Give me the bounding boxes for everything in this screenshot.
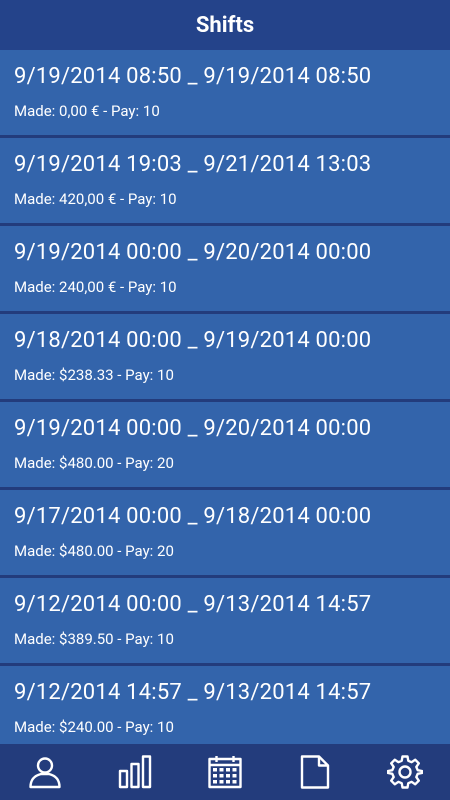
shift-time-range: 9/19/2014 19:03 _ 9/21/2014 13:03 xyxy=(14,152,372,177)
shift-time-range: 9/17/2014 00:00 _ 9/18/2014 00:00 xyxy=(14,504,372,529)
shift-list-item[interactable]: 9/19/2014 19:03 _ 9/21/2014 13:03 Made: … xyxy=(0,138,450,223)
shift-list-item[interactable]: 9/18/2014 00:00 _ 9/19/2014 00:00 Made: … xyxy=(0,314,450,399)
page-title: Shifts xyxy=(195,12,255,38)
shift-earnings: Made: $389.50 - Pay: 10 xyxy=(14,630,174,648)
shift-list[interactable]: 9/19/2014 08:50 _ 9/19/2014 08:50 Made: … xyxy=(0,50,450,744)
shift-earnings: Made: 420,00 € - Pay: 10 xyxy=(14,190,177,208)
nav-stats-button[interactable] xyxy=(105,744,165,800)
shift-time-range: 9/12/2014 00:00 _ 9/13/2014 14:57 xyxy=(14,592,372,617)
shift-time-range: 9/19/2014 08:50 _ 9/19/2014 08:50 xyxy=(14,64,372,89)
bottom-nav xyxy=(0,744,450,800)
shift-list-item[interactable]: 9/12/2014 14:57 _ 9/13/2014 14:57 Made: … xyxy=(0,666,450,744)
document-icon xyxy=(300,755,330,789)
app-header: Shifts xyxy=(0,0,450,50)
shift-time-range: 9/19/2014 00:00 _ 9/20/2014 00:00 xyxy=(14,240,372,265)
nav-settings-button[interactable] xyxy=(375,744,435,800)
shift-earnings: Made: 0,00 € - Pay: 10 xyxy=(14,102,160,120)
shift-list-item[interactable]: 9/19/2014 00:00 _ 9/20/2014 00:00 Made: … xyxy=(0,226,450,311)
shift-time-range: 9/12/2014 14:57 _ 9/13/2014 14:57 xyxy=(14,680,372,705)
calendar-icon xyxy=(208,756,242,789)
shift-earnings: Made: $480.00 - Pay: 20 xyxy=(14,454,174,472)
shift-list-item[interactable]: 9/12/2014 00:00 _ 9/13/2014 14:57 Made: … xyxy=(0,578,450,663)
shift-earnings: Made: $240.00 - Pay: 10 xyxy=(14,718,174,736)
shift-list-item[interactable]: 9/19/2014 08:50 _ 9/19/2014 08:50 Made: … xyxy=(0,50,450,135)
bar-chart-icon xyxy=(118,755,152,789)
person-icon xyxy=(29,757,61,789)
nav-reports-button[interactable] xyxy=(285,744,345,800)
shift-earnings: Made: $238.33 - Pay: 10 xyxy=(14,366,174,384)
gear-icon xyxy=(387,755,423,789)
shift-time-range: 9/18/2014 00:00 _ 9/19/2014 00:00 xyxy=(14,328,372,353)
shift-earnings: Made: $480.00 - Pay: 20 xyxy=(14,542,174,560)
shift-list-item[interactable]: 9/19/2014 00:00 _ 9/20/2014 00:00 Made: … xyxy=(0,402,450,487)
shift-list-item[interactable]: 9/17/2014 00:00 _ 9/18/2014 00:00 Made: … xyxy=(0,490,450,575)
shift-time-range: 9/19/2014 00:00 _ 9/20/2014 00:00 xyxy=(14,416,372,441)
shift-earnings: Made: 240,00 € - Pay: 10 xyxy=(14,278,177,296)
nav-calendar-button[interactable] xyxy=(195,744,255,800)
nav-profile-button[interactable] xyxy=(15,744,75,800)
